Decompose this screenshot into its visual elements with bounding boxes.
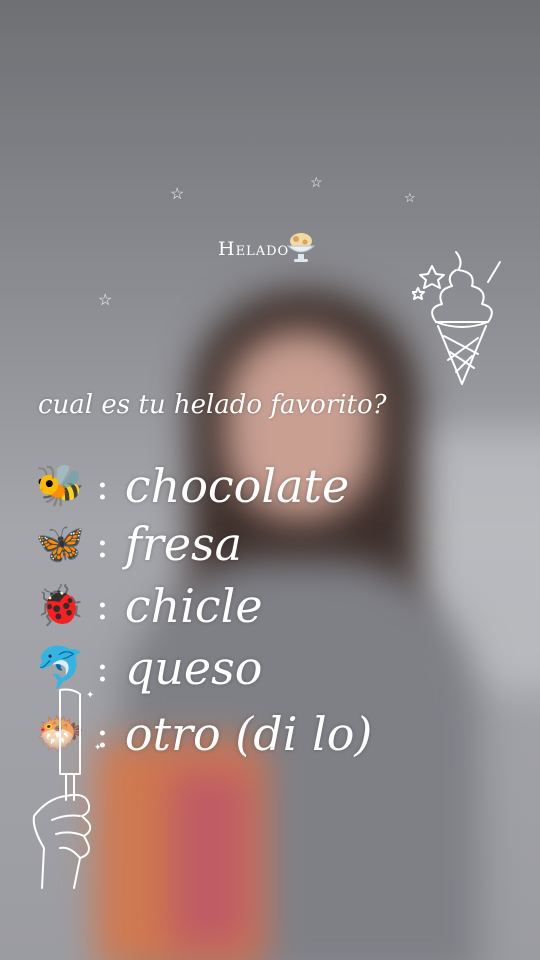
hand-holding-popsicle-icon: ✦ ✦ (32, 688, 102, 889)
ladybug-icon: 🐞 (35, 583, 85, 629)
option-chocolate: 🐝 : chocolate (30, 456, 349, 516)
ice-cream-cone-icon (412, 251, 501, 385)
option-label: queso (124, 641, 263, 695)
page-title: Helado (218, 238, 290, 260)
option-label: otro (di lo) (124, 707, 373, 761)
star-icon: ☆ (170, 184, 185, 203)
star-icon: ☆ (98, 290, 113, 309)
butterfly-icon: 🦋 (35, 521, 85, 567)
star-icon: ☆ (310, 175, 323, 191)
star-icon: ☆ (404, 191, 416, 206)
option-chicle: 🐞 : chicle (30, 576, 263, 636)
svg-text:✦: ✦ (86, 690, 94, 701)
ice-cream-bowl-icon (286, 233, 316, 262)
question-text: cual es tu helado favorito? (38, 390, 387, 420)
bee-icon: 🐝 (35, 463, 85, 509)
svg-text:✦: ✦ (94, 743, 102, 753)
option-label: chicle (124, 579, 263, 633)
option-fresa: 🦋 : fresa (30, 514, 242, 574)
dolphin-icon: 🐬 (35, 645, 85, 691)
option-label: fresa (124, 517, 243, 571)
option-label: chocolate (124, 459, 350, 513)
